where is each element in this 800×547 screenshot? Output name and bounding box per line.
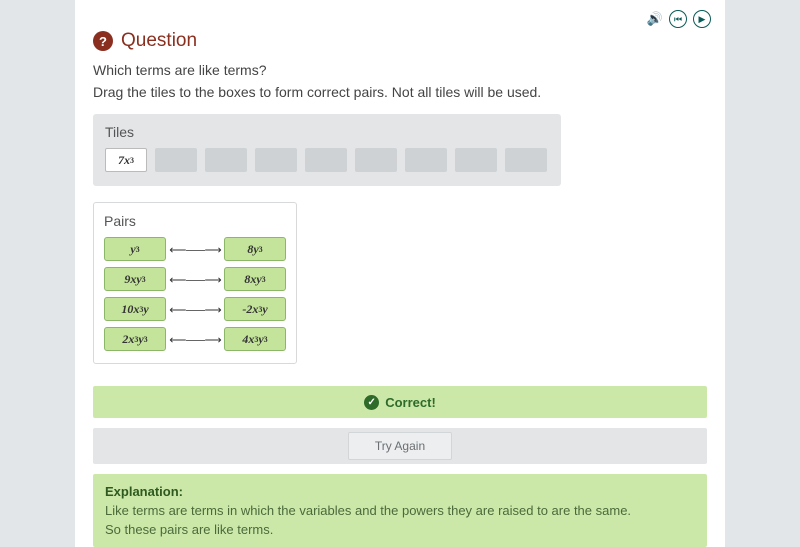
pair-right[interactable]: 4x3y3 [224, 327, 286, 351]
question-prompt-line2: Drag the tiles to the boxes to form corr… [93, 84, 707, 100]
arrow-icon: ⟵⸺⟶ [166, 271, 224, 288]
prev-icon[interactable]: ⏮ [669, 10, 687, 28]
try-again-row: Try Again [93, 428, 707, 464]
tile-slot[interactable] [255, 148, 297, 172]
try-again-button[interactable]: Try Again [348, 432, 452, 460]
question-page: 🔊 ⏮ ▶ ? Question Which terms are like te… [75, 0, 725, 547]
tiles-panel: Tiles 7x3 [93, 114, 561, 186]
pair-row: 9xy3 ⟵⸺⟶ 8xy3 [104, 267, 286, 291]
tile-exp: 3 [130, 156, 134, 165]
tile-slot[interactable] [405, 148, 447, 172]
arrow-icon: ⟵⸺⟶ [166, 241, 224, 258]
question-title: Question [121, 30, 197, 52]
pairs-panel: Pairs y3 ⟵⸺⟶ 8y3 9xy3 ⟵⸺⟶ 8xy3 10x3y ⟵⸺⟶… [93, 202, 297, 364]
arrow-icon: ⟵⸺⟶ [166, 301, 224, 318]
tile-item[interactable]: 7x3 [105, 148, 147, 172]
tile-slot[interactable] [305, 148, 347, 172]
tile-slot[interactable] [155, 148, 197, 172]
tile-slot[interactable] [205, 148, 247, 172]
explanation-panel: Explanation: Like terms are terms in whi… [93, 474, 707, 547]
pair-left[interactable]: 10x3y [104, 297, 166, 321]
tiles-title: Tiles [105, 124, 549, 140]
arrow-icon: ⟵⸺⟶ [166, 331, 224, 348]
pair-right[interactable]: 8xy3 [224, 267, 286, 291]
pair-left[interactable]: 2x3y3 [104, 327, 166, 351]
tile-slot[interactable] [505, 148, 547, 172]
explanation-line2: So these pairs are like terms. [105, 522, 695, 537]
tile-base: 7x [118, 153, 130, 168]
question-badge-icon: ? [93, 31, 113, 51]
pairs-title: Pairs [104, 213, 286, 229]
pair-row: 2x3y3 ⟵⸺⟶ 4x3y3 [104, 327, 286, 351]
tile-slot[interactable] [455, 148, 497, 172]
question-prompt-line1: Which terms are like terms? [93, 62, 707, 78]
tile-slot[interactable] [355, 148, 397, 172]
correct-banner: ✓ Correct! [93, 386, 707, 418]
pair-right[interactable]: -2x3y [224, 297, 286, 321]
check-icon: ✓ [364, 395, 379, 410]
question-header: ? Question [93, 30, 707, 52]
explanation-line1: Like terms are terms in which the variab… [105, 503, 695, 518]
correct-label: Correct! [385, 395, 436, 410]
explanation-title: Explanation: [105, 484, 695, 499]
pair-left[interactable]: 9xy3 [104, 267, 166, 291]
tiles-row: 7x3 [105, 148, 549, 172]
pair-row: y3 ⟵⸺⟶ 8y3 [104, 237, 286, 261]
speaker-icon[interactable]: 🔊 [647, 11, 663, 27]
pair-row: 10x3y ⟵⸺⟶ -2x3y [104, 297, 286, 321]
play-icon[interactable]: ▶ [693, 10, 711, 28]
pair-right[interactable]: 8y3 [224, 237, 286, 261]
pair-left[interactable]: y3 [104, 237, 166, 261]
media-controls: 🔊 ⏮ ▶ [647, 10, 711, 28]
